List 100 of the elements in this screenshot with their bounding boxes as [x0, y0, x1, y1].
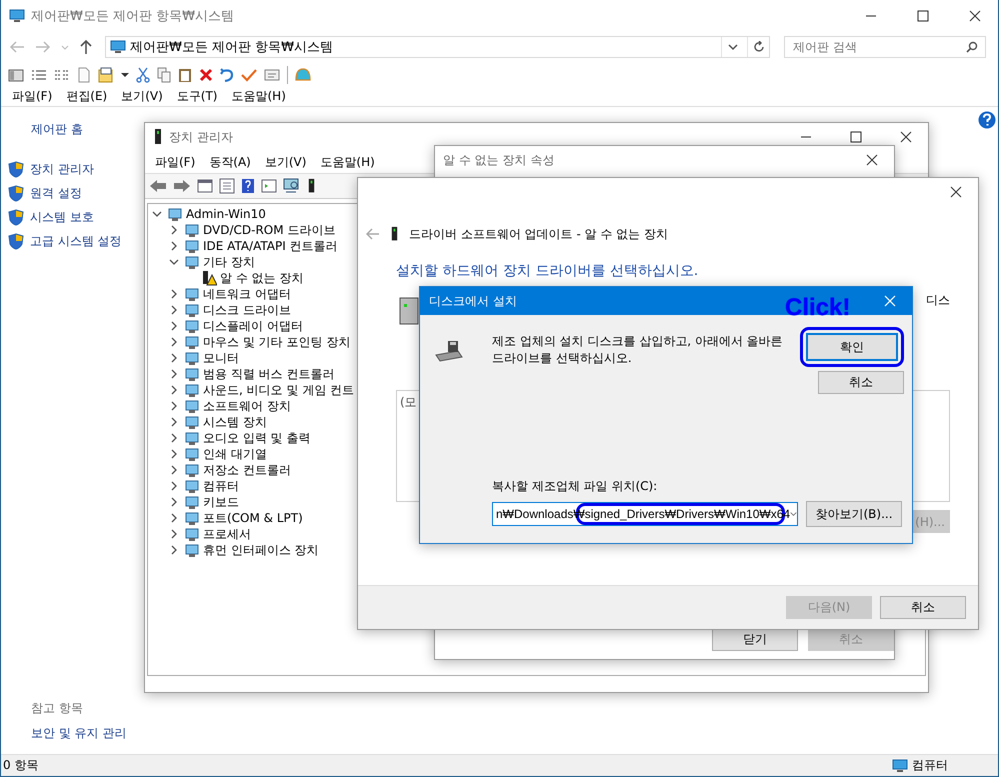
- tree-item[interactable]: 컴퓨터: [203, 478, 239, 494]
- undo-icon[interactable]: [220, 68, 234, 82]
- address-bar[interactable]: 제어판₩모든 제어판 항목₩시스템: [105, 36, 770, 58]
- tree-item[interactable]: DVD/CD-ROM 드라이브: [203, 222, 336, 238]
- tree-item[interactable]: 휴먼 인터페이스 장치: [203, 542, 319, 558]
- tree-item[interactable]: 오디오 입력 및 출력: [203, 430, 310, 446]
- card-icon[interactable]: [264, 69, 280, 81]
- device-icon: [184, 510, 200, 526]
- tree-item[interactable]: IDE ATA/ATAPI 컨트롤러: [203, 238, 338, 254]
- menu-item[interactable]: 도움말(H): [224, 87, 293, 106]
- delete-icon[interactable]: [199, 68, 213, 82]
- menu-item[interactable]: 보기(V): [114, 87, 170, 106]
- cancel-button[interactable]: 취소: [818, 371, 904, 394]
- check-icon[interactable]: [241, 68, 257, 82]
- tree-item[interactable]: 디스크 드라이브: [203, 302, 291, 318]
- tree-item[interactable]: 포트(COM & LPT): [203, 510, 303, 526]
- wizard-button[interactable]: 취소: [880, 596, 966, 619]
- section-title: 참고 항목: [30, 701, 83, 715]
- caret-icon[interactable]: [121, 72, 129, 78]
- device-icon: [184, 318, 200, 334]
- tree-item[interactable]: 프로세서: [203, 526, 251, 542]
- sidebar-link[interactable]: 시스템 보호: [1, 208, 141, 226]
- device-icon: [184, 462, 200, 478]
- chevron-down-icon: [790, 510, 797, 518]
- tree-item[interactable]: 기타 장치: [203, 254, 255, 270]
- browse-button[interactable]: 찾아보기(B)...: [806, 501, 902, 527]
- scissors-icon[interactable]: [136, 67, 150, 83]
- sidebar-link[interactable]: 장치 관리자: [1, 160, 141, 178]
- warning-device-icon: [201, 270, 217, 286]
- tree-item[interactable]: 소프트웨어 장치: [203, 398, 291, 414]
- device-icon: [184, 414, 200, 430]
- properties-icon[interactable]: [98, 67, 114, 83]
- page-icon[interactable]: [77, 67, 91, 83]
- menu-item[interactable]: 파일(F): [148, 154, 202, 170]
- device-icon: [184, 446, 200, 462]
- sidebar-link[interactable]: 고급 시스템 설정: [1, 232, 141, 250]
- help-book-icon[interactable]: [241, 178, 255, 194]
- shield-icon: [8, 160, 24, 178]
- menu-item[interactable]: 보기(V): [258, 154, 314, 170]
- forward-arrow-icon: [35, 40, 51, 54]
- ok-button[interactable]: 확인: [806, 333, 898, 361]
- tree-item[interactable]: 마우스 및 기타 포인팅 장치: [203, 334, 350, 350]
- wizard-heading: 설치할 하드웨어 장치 드라이버를 선택하십시오.: [396, 262, 700, 280]
- home-link[interactable]: 제어판 홈: [1, 121, 141, 138]
- menu-item[interactable]: 편집(E): [59, 87, 114, 106]
- device-icon: [184, 526, 200, 542]
- panes-icon[interactable]: [8, 68, 24, 82]
- tree-item[interactable]: 시스템 장치: [203, 414, 267, 430]
- list-icon[interactable]: [219, 178, 235, 194]
- tree-item[interactable]: 네트워크 어댑터: [203, 286, 291, 302]
- menu-item[interactable]: 도움말(H): [313, 154, 382, 170]
- device-icon: [184, 382, 200, 398]
- tree-item[interactable]: 사운드, 비디오 및 게임 컨트: [203, 382, 354, 398]
- up-arrow-icon: [79, 39, 93, 55]
- close-icon[interactable]: [950, 186, 962, 198]
- device-icon: [184, 222, 200, 238]
- refresh-icon: [752, 41, 764, 53]
- window-title: 알 수 없는 장치 속성: [443, 152, 556, 168]
- close-icon[interactable]: [969, 10, 981, 22]
- window-icon[interactable]: [197, 179, 213, 193]
- device-icon: [184, 334, 200, 350]
- forward-icon[interactable]: [173, 179, 191, 193]
- close-icon[interactable]: [866, 154, 878, 166]
- close-icon[interactable]: [900, 131, 912, 143]
- tree-item[interactable]: 범용 직렬 버스 컨트롤러: [203, 366, 334, 382]
- tree-item[interactable]: Admin-Win10: [186, 207, 266, 221]
- device-icon: [167, 206, 183, 222]
- help-icon[interactable]: [978, 111, 996, 129]
- details-view-icon[interactable]: [31, 68, 47, 82]
- menu-item[interactable]: 파일(F): [5, 87, 60, 106]
- device-icon: [184, 430, 200, 446]
- menu-item[interactable]: 도구(T): [170, 87, 224, 106]
- field-label: 복사할 제조업체 파일 위치(C):: [492, 478, 658, 495]
- status-location: 컴퓨터: [892, 757, 948, 774]
- dialog-message: 제조 업체의 설치 디스크를 삽입하고, 아래에서 올바른 드라이브를 선택하십시오.: [492, 333, 784, 368]
- sidebar-link[interactable]: 보안 및 유지 관리: [1, 725, 141, 742]
- tree-item[interactable]: 저장소 컨트롤러: [203, 462, 291, 478]
- tree-item[interactable]: 디스플레이 어댑터: [203, 318, 303, 334]
- device-icon: [184, 398, 200, 414]
- device-icon: [184, 302, 200, 318]
- dialog-button[interactable]: 닫기: [712, 628, 798, 651]
- window-icon[interactable]: [261, 179, 277, 193]
- menu-item[interactable]: 동작(A): [202, 154, 258, 170]
- back-arrow-icon: [9, 40, 25, 54]
- device-tower-icon: [307, 178, 316, 194]
- search-field[interactable]: 제어판 검색: [784, 36, 986, 58]
- copy-icon[interactable]: [157, 67, 171, 83]
- tree-item[interactable]: 알 수 없는 장치: [220, 270, 304, 286]
- sidebar-link[interactable]: 원격 설정: [1, 184, 141, 202]
- clipboard-icon[interactable]: [178, 67, 192, 83]
- tree-item[interactable]: 모니터: [203, 350, 239, 366]
- back-icon[interactable]: [149, 179, 167, 193]
- shield-icon: [8, 208, 24, 226]
- list-view-icon[interactable]: [54, 68, 70, 82]
- tree-item[interactable]: 인쇄 대기열: [203, 446, 267, 462]
- tree-item[interactable]: 키보드: [203, 494, 239, 510]
- computer-icon: [892, 758, 908, 772]
- monitor-search-icon[interactable]: [283, 178, 301, 194]
- device-icon: [184, 478, 200, 494]
- shell-icon[interactable]: [295, 68, 311, 82]
